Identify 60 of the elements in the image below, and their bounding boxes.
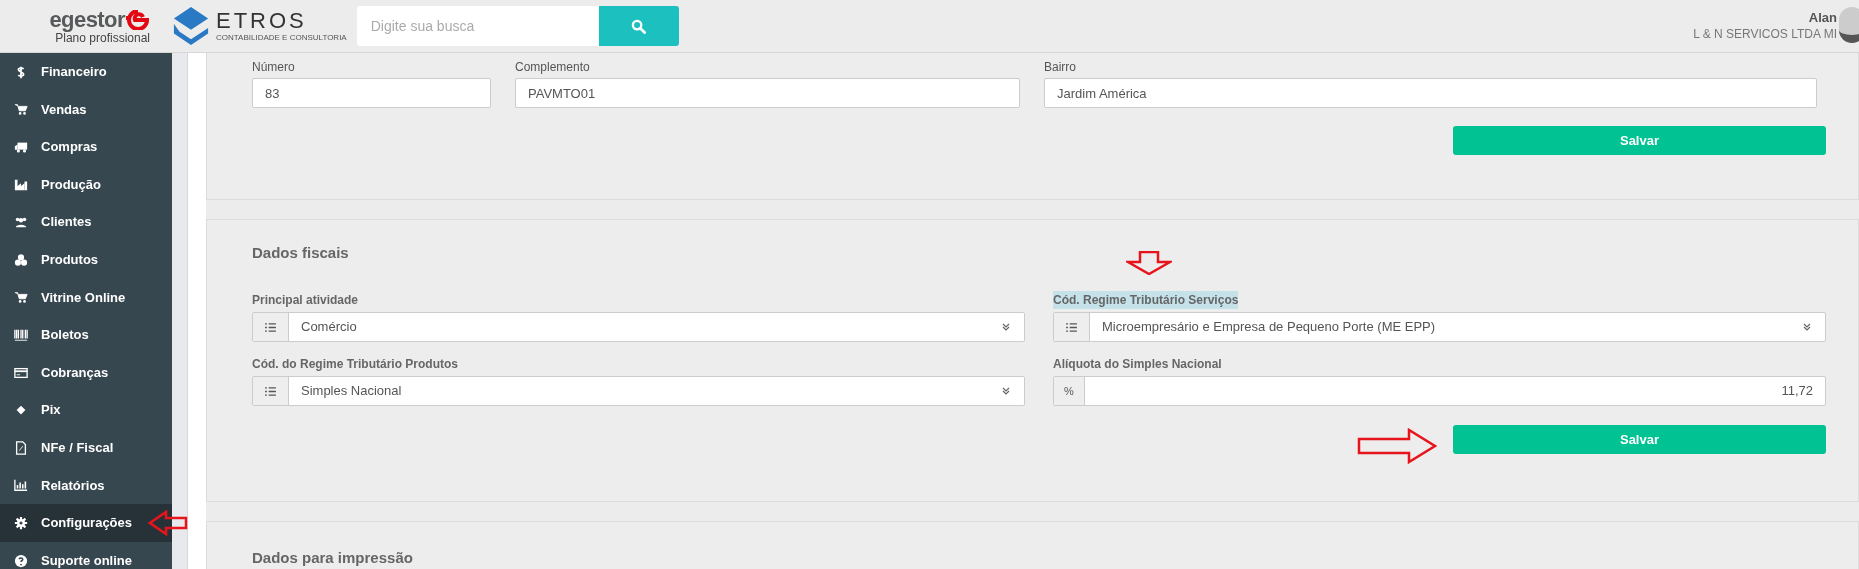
truck-icon	[14, 140, 28, 154]
chevron-down-icon	[1002, 323, 1010, 331]
sidebar-item[interactable]: Financeiro	[0, 53, 172, 91]
chevron-down-icon	[1803, 323, 1811, 331]
select-field[interactable]: Simples Nacional	[252, 376, 1025, 406]
arrow-annotation	[1126, 251, 1172, 275]
search-field[interactable]: Digite sua busca	[356, 6, 599, 46]
sidebar-item[interactable]: Cobranças	[0, 353, 172, 392]
list-icon	[253, 377, 289, 405]
field-label: Alíquota do Simples Nacional	[1053, 356, 1222, 373]
field-label: Cód. Regime Tributário Serviços	[1053, 291, 1239, 309]
users-icon	[14, 215, 28, 230]
search-icon	[631, 18, 647, 34]
sidebar-item[interactable]: Suporte online	[0, 541, 172, 569]
sidebar-item[interactable]: Boletos	[0, 316, 172, 354]
logo-mark-icon	[126, 9, 150, 30]
field-label: Principal atividade	[252, 292, 359, 309]
sidebar-item[interactable]: Produção	[0, 165, 172, 204]
document-icon	[14, 440, 28, 455]
sidebar-item[interactable]: Clientes	[0, 203, 172, 241]
partner-name: ETROS	[216, 10, 308, 32]
cart-icon	[14, 290, 28, 305]
select-field[interactable]: Comércio	[252, 312, 1025, 342]
sidebar-item[interactable]: NFe / Fiscal	[0, 428, 172, 467]
field-label: Bairro	[1044, 59, 1077, 76]
sidebar-item[interactable]: Compras	[0, 128, 172, 166]
sidebar-item[interactable]: Configurações	[0, 504, 172, 542]
partner-logo-icon	[172, 5, 210, 47]
text-field[interactable]: PAVMTO01	[515, 78, 1020, 108]
sidebar-item[interactable]: Vitrine Online	[0, 278, 172, 317]
user-name: Alan	[1808, 10, 1837, 27]
text-field[interactable]: 83	[252, 78, 491, 108]
sidebar-item[interactable]: Produtos	[0, 240, 172, 279]
text-field[interactable]: Jardim América	[1044, 78, 1817, 108]
factory-icon	[14, 177, 28, 192]
sidebar-item[interactable]: Relatórios	[0, 466, 172, 505]
field-label: Número	[252, 59, 296, 76]
select-field[interactable]: Microempresário e Empresa de Pequeno Porte (ME EPP)	[1053, 312, 1826, 342]
barcode-icon	[14, 327, 28, 342]
list-icon	[1054, 313, 1090, 341]
list-icon	[253, 313, 289, 341]
company-name: L & N SERVICOS LTDA MI	[1693, 26, 1837, 42]
bar-chart-icon	[14, 478, 28, 493]
credit-card-icon	[14, 365, 28, 380]
brand-logo: egestor	[49, 8, 125, 31]
settings-icon	[14, 515, 28, 530]
section-title: Dados para impressão	[252, 548, 414, 568]
avatar-icon[interactable]	[1839, 7, 1859, 43]
sidebar-item[interactable]: Pix	[0, 391, 172, 429]
partner-tagline: CONTABILIDADE E CONSULTORIA	[216, 34, 347, 42]
plan-label: Plano profissional	[55, 31, 150, 44]
sidebar-item[interactable]: Vendas	[0, 90, 172, 129]
cubes-icon	[14, 252, 28, 267]
section-title: Dados fiscais	[252, 243, 350, 263]
chevron-down-icon	[1002, 387, 1010, 395]
percent-field[interactable]: % 11,72	[1053, 376, 1826, 406]
cart-icon	[14, 102, 28, 117]
arrow-annotation	[148, 510, 188, 536]
field-label: Complemento	[515, 59, 591, 76]
field-label: Cód. do Regime Tributário Produtos	[252, 356, 458, 373]
